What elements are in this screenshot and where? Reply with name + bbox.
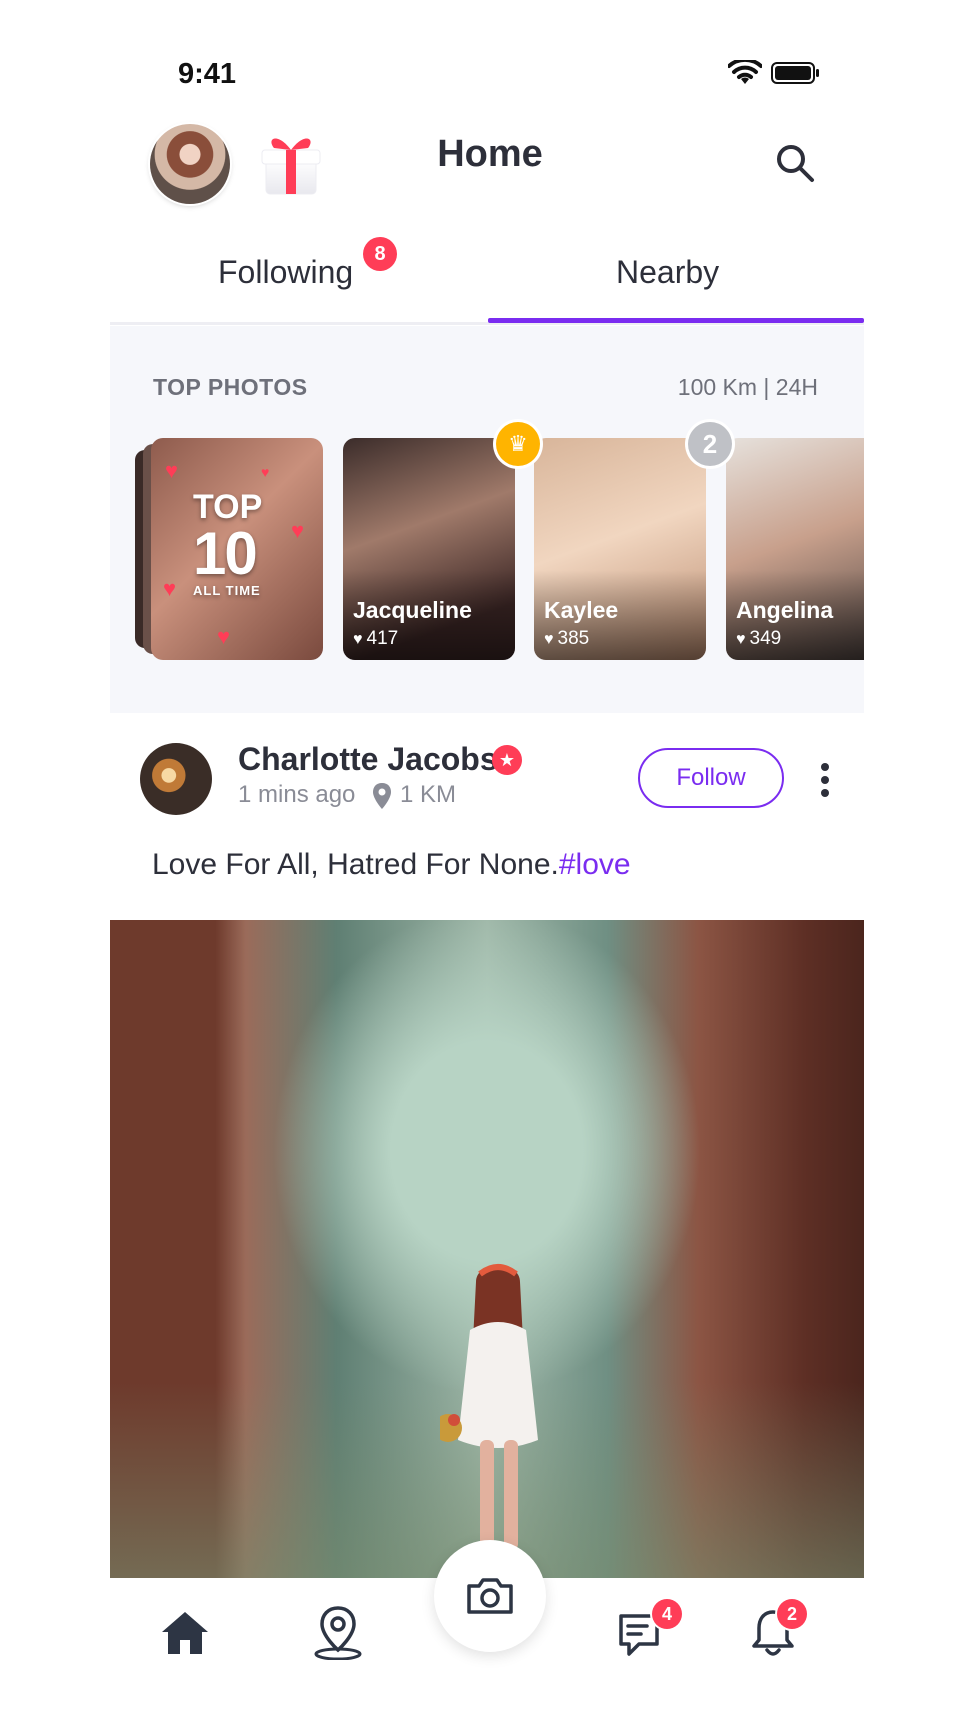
card-likes: ♥ 385 xyxy=(544,628,590,649)
heart-icon: ♥ xyxy=(261,464,270,480)
heart-icon: ♥ xyxy=(736,631,746,648)
hashtag-link[interactable]: #love xyxy=(559,848,631,881)
heart-icon: ♥ xyxy=(291,518,305,543)
top-photos-section: TOP PHOTOS 100 Km | 24H ♥ ♥ ♥ ♥ ♥ TOP 10… xyxy=(110,326,864,713)
top-photos-title: TOP PHOTOS xyxy=(153,374,308,400)
battery-icon xyxy=(771,62,819,84)
heart-icon: ♥ xyxy=(544,631,554,648)
following-count-badge: 8 xyxy=(363,237,397,271)
more-options-icon[interactable] xyxy=(820,762,830,798)
crown-icon: ♛ xyxy=(496,422,540,466)
camera-icon xyxy=(467,1578,513,1614)
star-icon: ★ xyxy=(492,745,522,775)
location-pin-icon xyxy=(373,783,391,809)
top-photos-filter[interactable]: 100 Km | 24H xyxy=(678,374,818,401)
heart-icon: ♥ xyxy=(165,458,179,483)
notifications-badge: 2 xyxy=(777,1599,807,1629)
search-icon[interactable] xyxy=(774,142,816,184)
wifi-icon xyxy=(728,60,762,84)
follow-button[interactable]: Follow xyxy=(638,748,784,808)
top10-card[interactable]: ♥ ♥ ♥ ♥ ♥ TOP 10 ALL TIME xyxy=(151,438,323,660)
author-name[interactable]: Charlotte Jacobs xyxy=(238,741,498,778)
card-name: Jacqueline xyxy=(353,597,472,623)
post-time: 1 mins ago xyxy=(238,781,356,808)
top-photo-card[interactable]: Jacqueline ♥ 417 xyxy=(343,438,515,660)
status-time: 9:41 xyxy=(178,58,237,90)
post-photo[interactable] xyxy=(110,920,864,1580)
heart-icon: ♥ xyxy=(163,576,177,601)
person-figure xyxy=(440,1264,538,1550)
rank-badge: 2 xyxy=(688,422,732,466)
tab-following[interactable]: Following xyxy=(218,254,353,291)
active-tab-indicator xyxy=(488,318,864,323)
card-name: Angelina xyxy=(736,597,834,623)
home-icon[interactable] xyxy=(160,1610,210,1656)
heart-icon: ♥ xyxy=(353,631,363,648)
card-name: Kaylee xyxy=(544,597,619,623)
gift-icon[interactable] xyxy=(258,126,324,198)
author-avatar[interactable] xyxy=(140,743,212,815)
profile-avatar[interactable] xyxy=(150,124,230,204)
post-caption: Love For All, Hatred For None.#love xyxy=(152,848,631,881)
heart-icon: ♥ xyxy=(217,624,231,649)
card-likes: ♥ 417 xyxy=(353,628,399,649)
map-pin-icon[interactable] xyxy=(313,1604,363,1660)
camera-button[interactable] xyxy=(434,1540,546,1652)
top-photo-card[interactable]: Angelina ♥ 349 xyxy=(726,438,864,660)
top-photo-card[interactable]: Kaylee ♥ 385 xyxy=(534,438,706,660)
page-title: Home xyxy=(437,133,543,175)
post-distance: 1 KM xyxy=(400,781,457,808)
card-likes: ♥ 349 xyxy=(736,628,782,649)
top10-label: TOP 10 ALL TIME xyxy=(193,488,263,598)
messages-badge: 4 xyxy=(652,1599,682,1629)
tab-nearby[interactable]: Nearby xyxy=(616,254,719,291)
